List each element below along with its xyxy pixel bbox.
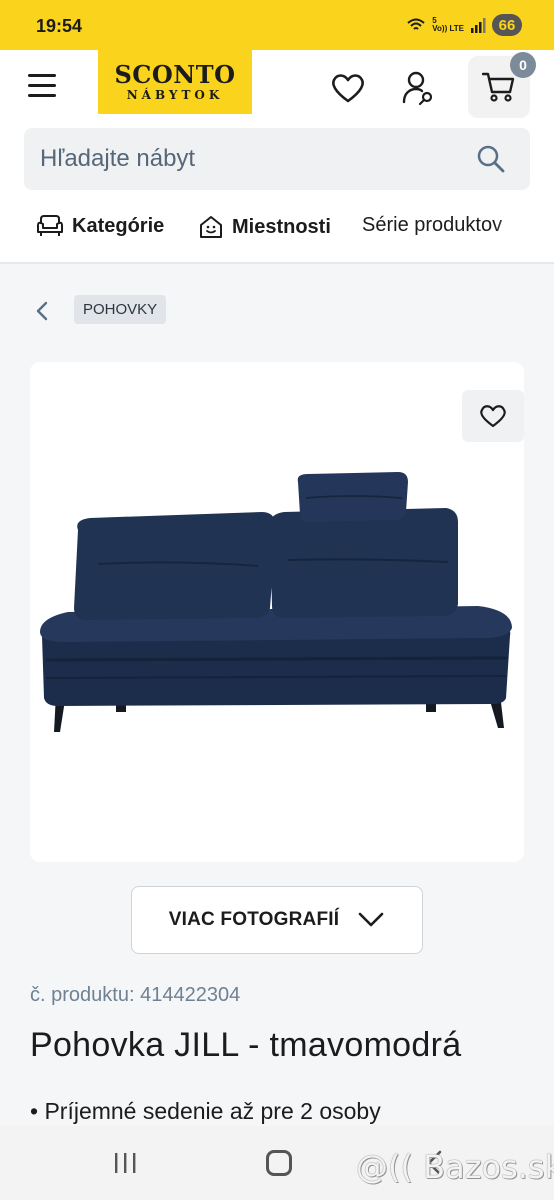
battery-indicator: 66 bbox=[492, 14, 522, 36]
chevron-down-icon bbox=[358, 912, 384, 927]
smiley-house-icon bbox=[200, 216, 222, 238]
cart-icon bbox=[482, 72, 515, 102]
chevron-left-icon[interactable] bbox=[32, 300, 54, 322]
system-nav-bar: @(( Bazos.sk bbox=[0, 1126, 554, 1200]
wishlist-heart-icon[interactable] bbox=[328, 68, 368, 108]
hamburger-menu-icon[interactable] bbox=[28, 74, 58, 98]
bazos-watermark: @(( Bazos.sk bbox=[356, 1148, 554, 1186]
armchair-icon bbox=[37, 215, 63, 236]
search-icon[interactable] bbox=[476, 144, 506, 174]
search-input[interactable] bbox=[40, 128, 460, 190]
user-account-icon[interactable] bbox=[398, 68, 438, 108]
nav-item-serie-produktov[interactable]: Série produktov bbox=[362, 214, 502, 237]
breadcrumb[interactable]: POHOVKY bbox=[74, 295, 167, 324]
category-nav: Kategórie Miestnosti Série produktov bbox=[0, 196, 554, 260]
product-content: POHOVKY VIAC FOTOGRAFIÍ č. produktu: 414… bbox=[0, 264, 554, 1126]
sconto-logo[interactable]: SCONTO NÁBYTOK bbox=[98, 50, 252, 114]
product-number: č. produktu: 414422304 bbox=[30, 984, 241, 1006]
cart-count-badge: 0 bbox=[510, 52, 536, 78]
nav-item-miestnosti[interactable]: Miestnosti bbox=[198, 214, 331, 240]
status-time: 19:54 bbox=[36, 16, 83, 36]
product-title: Pohovka JILL - tmavomodrá bbox=[30, 1026, 462, 1064]
more-photos-button[interactable]: VIAC FOTOGRAFIÍ bbox=[131, 886, 423, 954]
product-photo-card[interactable] bbox=[30, 362, 524, 862]
recent-apps-icon[interactable] bbox=[113, 1152, 137, 1174]
network-label: 5 Vo)) LTE bbox=[432, 16, 464, 33]
home-button[interactable] bbox=[266, 1150, 292, 1176]
status-icons: 5 Vo)) LTE 66 bbox=[406, 14, 522, 36]
nav-fade bbox=[494, 196, 554, 260]
product-image bbox=[40, 472, 512, 732]
signal-icon bbox=[471, 18, 486, 33]
wifi-icon bbox=[407, 18, 425, 30]
status-bar: 19:54 5 Vo)) LTE 66 bbox=[0, 0, 554, 50]
heart-icon bbox=[480, 405, 506, 428]
search-bar bbox=[24, 128, 530, 190]
product-feature: • Príjemné sedenie až pre 2 osoby bbox=[30, 1098, 381, 1124]
cart-button[interactable]: 0 bbox=[468, 52, 536, 118]
nav-item-kategorie[interactable]: Kategórie bbox=[36, 214, 164, 238]
site-header: SCONTO NÁBYTOK 0 bbox=[0, 50, 554, 126]
add-to-wishlist-button[interactable] bbox=[462, 390, 524, 442]
